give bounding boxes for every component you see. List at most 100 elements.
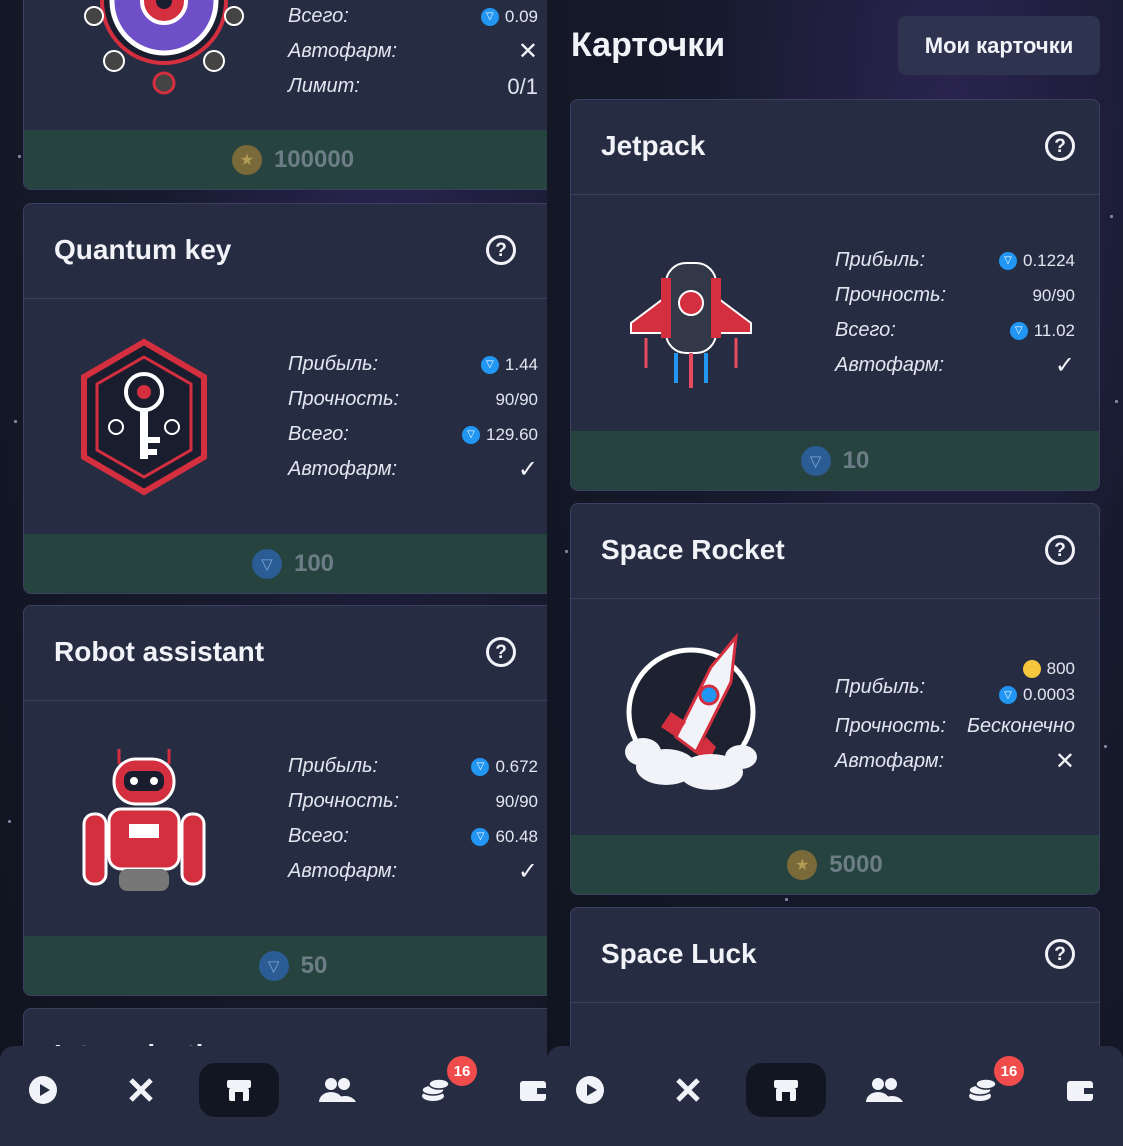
- stat-row-autofarm: Автофарм: ✓: [835, 348, 1075, 383]
- nav-friends[interactable]: [844, 1063, 924, 1117]
- ton-icon: ▽: [251, 548, 282, 579]
- buy-button[interactable]: ▽ 10: [571, 431, 1099, 490]
- cross-icon: ✕: [517, 38, 538, 65]
- card-art-jetpack: [630, 262, 752, 388]
- stat-row-total: Всего: ▽ 0.09: [288, 0, 538, 34]
- nav-play[interactable]: [3, 1063, 83, 1117]
- price-label: 100000: [273, 145, 355, 173]
- stat-label: Прибыль:: [288, 353, 379, 375]
- stat-label: Автофарм:: [835, 354, 945, 376]
- check-icon: ✓: [1054, 352, 1075, 379]
- check-icon: ✓: [517, 456, 538, 483]
- help-icon[interactable]: ?: [1045, 535, 1075, 565]
- card-top-partial: Всего: ▽ 0.09 Автофарм: ✕ Лимит: 0/1 ★ 10…: [23, 0, 547, 190]
- stat-row-durability: Прочность: Бесконечно: [835, 709, 1075, 744]
- stat-value: 0.1224: [1023, 250, 1075, 270]
- stat-row-total: Всего: ▽ 129.60: [288, 417, 538, 452]
- tools-icon: [129, 1078, 153, 1102]
- help-icon[interactable]: ?: [486, 637, 516, 667]
- stat-row-autofarm: Автофарм: ✕: [835, 744, 1075, 779]
- nav-shop[interactable]: [746, 1063, 826, 1117]
- shop-icon: [227, 1080, 251, 1101]
- card-quantum-key: Quantum key ? Прибыль: ▽ 1.44 Прочность:…: [23, 203, 547, 594]
- buy-button[interactable]: ▽ 50: [24, 936, 547, 995]
- stat-value: 90/90: [495, 791, 538, 811]
- stat-row-durability: Прочность: 90/90: [288, 784, 538, 819]
- card-jetpack: Jetpack ? Прибыль: ▽ 0.1224 Прочность: 9…: [570, 99, 1100, 491]
- card-art-quantum-key: [81, 338, 207, 496]
- coins-icon: [421, 1078, 450, 1101]
- stat-value: 11.02: [1033, 320, 1075, 340]
- friends-icon: [866, 1078, 903, 1102]
- stat-label: Автофарм:: [288, 40, 398, 62]
- nav-tools[interactable]: [648, 1063, 728, 1117]
- ton-icon: ▽: [471, 827, 490, 846]
- ton-icon: ▽: [1009, 321, 1028, 340]
- stat-value: 60.48: [495, 826, 538, 846]
- stat-row-profit: Прибыль: ▽ 0.1224: [835, 243, 1075, 278]
- price-label: 5000: [829, 850, 883, 878]
- stat-label: Прибыль:: [835, 675, 926, 698]
- card-title: Robot assistant: [54, 636, 265, 667]
- tools-icon: [676, 1078, 700, 1102]
- stat-value: 0.09: [504, 6, 538, 26]
- stat-row-limit: Лимит: 0/1: [288, 69, 538, 104]
- play-icon: [29, 1076, 57, 1104]
- stat-label: Всего:: [288, 5, 349, 27]
- nav-coins[interactable]: 16: [395, 1056, 477, 1117]
- help-icon[interactable]: ?: [1045, 939, 1075, 969]
- stat-label: Автофарм:: [835, 750, 945, 772]
- card-title: Space Rocket: [601, 534, 785, 565]
- stat-label: Прибыль:: [835, 249, 926, 271]
- price-label: 50: [300, 951, 328, 979]
- left-panel: Всего: ▽ 0.09 Автофарм: ✕ Лимит: 0/1 ★ 10…: [0, 0, 547, 1146]
- nav-wallet[interactable]: [1040, 1063, 1120, 1117]
- stat-row-profit: Прибыль: ▽ 0.672: [288, 749, 538, 784]
- notification-badge: 16: [994, 1056, 1024, 1086]
- bottom-nav: 16: [0, 1046, 547, 1146]
- notification-badge: 16: [447, 1056, 477, 1086]
- stat-row-durability: Прочность: 90/90: [835, 278, 1075, 313]
- wallet-icon: [1067, 1081, 1093, 1101]
- card-robot-assistant: Robot assistant ? Прибыль: ▽ 0.672 Прочн…: [23, 605, 547, 996]
- stat-value: Бесконечно: [967, 715, 1075, 737]
- coin-icon: [1022, 660, 1041, 678]
- stat-row-profit: Прибыль: ▽ 0.0003: [835, 676, 1075, 709]
- stat-row-autofarm: Автофарм: ✕: [288, 34, 538, 69]
- stat-value: 90/90: [495, 389, 538, 409]
- help-icon[interactable]: ?: [1045, 131, 1075, 161]
- ton-icon: ▽: [258, 950, 289, 981]
- card-title: Space Luck: [601, 938, 757, 969]
- card-art-space-rocket: [625, 632, 757, 790]
- card-title: Quantum key: [54, 234, 232, 265]
- stat-value: 0.672: [495, 756, 538, 776]
- ton-icon: ▽: [480, 355, 499, 374]
- nav-coins[interactable]: 16: [942, 1056, 1024, 1117]
- nav-wallet[interactable]: [493, 1063, 547, 1117]
- buy-button[interactable]: ★ 5000: [571, 835, 1099, 894]
- stat-value: 0/1: [507, 73, 538, 99]
- ton-icon: ▽: [462, 425, 480, 444]
- stat-label: Лимит:: [288, 75, 360, 97]
- nav-play[interactable]: [550, 1063, 630, 1117]
- stat-row-profit: Прибыль: ▽ 1.44: [288, 347, 538, 382]
- play-icon: [576, 1076, 604, 1104]
- card-art-robot: [82, 749, 206, 891]
- bottom-nav: 16: [547, 1046, 1123, 1146]
- stat-label: Прочность:: [288, 790, 400, 812]
- right-panel: Карточки Мои карточки Jetpack ? Прибыль:…: [547, 0, 1123, 1146]
- stat-row-total: Всего: ▽ 60.48: [288, 819, 538, 854]
- stat-label: Автофарм:: [288, 458, 398, 480]
- buy-button[interactable]: ★ 100000: [24, 130, 547, 189]
- help-icon[interactable]: ?: [486, 235, 516, 265]
- nav-tools[interactable]: [101, 1063, 181, 1117]
- nav-shop[interactable]: [199, 1063, 279, 1117]
- stat-label: Прочность:: [835, 715, 947, 737]
- ton-icon: ▽: [999, 251, 1017, 270]
- stat-label: Прибыль:: [288, 755, 379, 777]
- buy-button[interactable]: ▽ 100: [24, 534, 547, 593]
- coins-icon: [968, 1078, 997, 1101]
- nav-friends[interactable]: [297, 1063, 377, 1117]
- my-cards-button[interactable]: Мои карточки: [898, 16, 1100, 75]
- stat-value: 129.60: [486, 424, 538, 444]
